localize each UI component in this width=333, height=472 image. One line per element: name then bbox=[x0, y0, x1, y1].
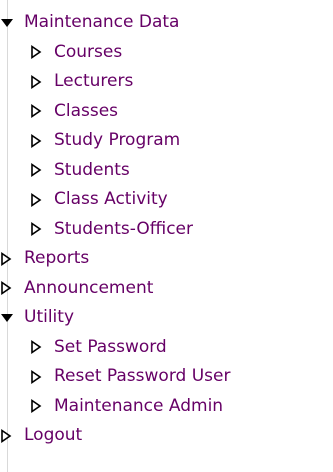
collapsed-triangle-icon[interactable] bbox=[0, 428, 24, 443]
expanded-triangle-icon[interactable] bbox=[0, 312, 24, 324]
tree-node-label[interactable]: Students bbox=[54, 156, 130, 186]
collapsed-triangle-icon[interactable] bbox=[30, 340, 54, 355]
collapsed-triangle-icon[interactable] bbox=[30, 163, 54, 178]
tree-node-students[interactable]: Students bbox=[30, 156, 130, 186]
collapsed-triangle-icon[interactable] bbox=[30, 192, 54, 207]
tree-node-maintenance-admin[interactable]: Maintenance Admin bbox=[30, 392, 223, 422]
tree-node-classes[interactable]: Classes bbox=[30, 97, 118, 127]
tree-node-reset-password-user[interactable]: Reset Password User bbox=[30, 362, 230, 392]
collapsed-triangle-icon[interactable] bbox=[30, 133, 54, 148]
tree-node-courses[interactable]: Courses bbox=[30, 38, 122, 68]
tree-node-label[interactable]: Classes bbox=[54, 97, 118, 127]
tree-node-maintenance-data[interactable]: Maintenance Data bbox=[0, 8, 179, 38]
tree-node-set-password[interactable]: Set Password bbox=[30, 333, 167, 363]
collapsed-triangle-icon[interactable] bbox=[0, 251, 24, 266]
tree-node-students-officer[interactable]: Students-Officer bbox=[30, 215, 193, 245]
tree-node-label[interactable]: Logout bbox=[24, 421, 82, 451]
tree-node-label[interactable]: Reports bbox=[24, 244, 89, 274]
tree-node-lecturers[interactable]: Lecturers bbox=[30, 67, 133, 97]
tree-node-label[interactable]: Students-Officer bbox=[54, 215, 193, 245]
tree-node-label[interactable]: Utility bbox=[24, 303, 74, 333]
collapsed-triangle-icon[interactable] bbox=[0, 281, 24, 296]
tree-node-logout[interactable]: Logout bbox=[0, 421, 82, 451]
collapsed-triangle-icon[interactable] bbox=[30, 222, 54, 237]
tree-node-study-program[interactable]: Study Program bbox=[30, 126, 180, 156]
tree-guide-line bbox=[7, 0, 8, 472]
tree-node-label[interactable]: Courses bbox=[54, 38, 122, 68]
collapsed-triangle-icon[interactable] bbox=[30, 45, 54, 60]
tree-node-label[interactable]: Class Activity bbox=[54, 185, 168, 215]
collapsed-triangle-icon[interactable] bbox=[30, 104, 54, 119]
tree-node-label[interactable]: Set Password bbox=[54, 333, 167, 363]
tree-node-label[interactable]: Maintenance Data bbox=[24, 8, 179, 38]
expanded-triangle-icon[interactable] bbox=[0, 17, 24, 29]
tree-node-utility[interactable]: Utility bbox=[0, 303, 74, 333]
tree-node-label[interactable]: Reset Password User bbox=[54, 362, 230, 392]
collapsed-triangle-icon[interactable] bbox=[30, 74, 54, 89]
tree-node-label[interactable]: Announcement bbox=[24, 274, 153, 304]
tree-node-label[interactable]: Maintenance Admin bbox=[54, 392, 223, 422]
collapsed-triangle-icon[interactable] bbox=[30, 399, 54, 414]
tree-node-label[interactable]: Lecturers bbox=[54, 67, 133, 97]
tree-node-reports[interactable]: Reports bbox=[0, 244, 89, 274]
navigation-tree: Maintenance Data Courses Lecturers Class… bbox=[0, 0, 333, 472]
tree-node-class-activity[interactable]: Class Activity bbox=[30, 185, 168, 215]
collapsed-triangle-icon[interactable] bbox=[30, 369, 54, 384]
tree-node-label[interactable]: Study Program bbox=[54, 126, 180, 156]
tree-node-announcement[interactable]: Announcement bbox=[0, 274, 153, 304]
